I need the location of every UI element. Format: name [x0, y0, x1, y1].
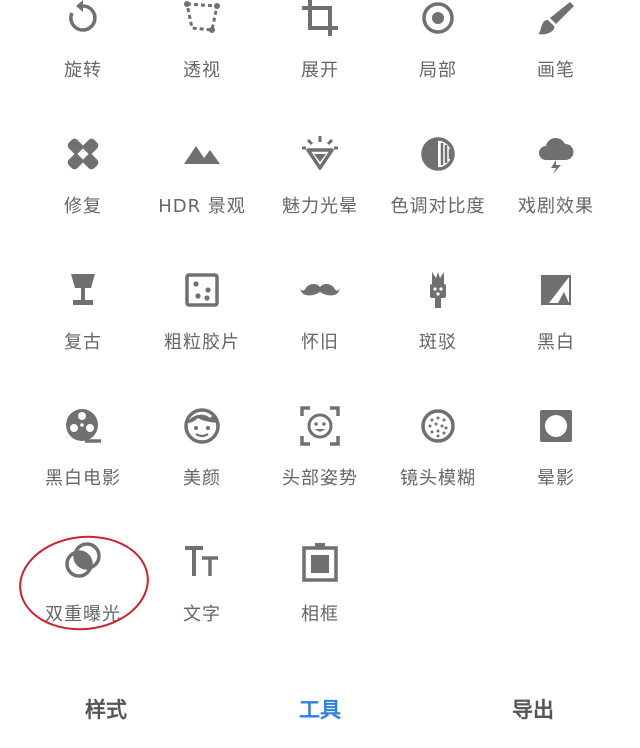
tool-label: 怀旧 [301, 332, 339, 353]
tool-vignette[interactable]: 晕影 [497, 406, 615, 506]
tool-label: 色调对比度 [390, 196, 486, 217]
noir-film-reel-icon [63, 406, 103, 446]
tool-label: 头部姿势 [282, 468, 358, 489]
tool-brush[interactable]: 画笔 [497, 0, 615, 98]
head-pose-icon [300, 406, 340, 446]
tab-styles[interactable]: 样式 [85, 694, 127, 724]
glamour-glow-icon [300, 134, 340, 174]
tool-vintage[interactable]: 复古 [24, 270, 142, 370]
tool-grainy-film[interactable]: 粗粒胶片 [143, 270, 261, 370]
perspective-icon [182, 0, 222, 38]
vintage-lamp-icon [63, 270, 103, 310]
tool-label: 画笔 [537, 60, 575, 81]
tool-head-pose[interactable]: 头部姿势 [261, 406, 379, 506]
tool-tonal-contrast[interactable]: 色调对比度 [379, 134, 497, 234]
tool-label: 复古 [64, 332, 102, 353]
healing-icon [63, 134, 103, 174]
tool-label: 相框 [301, 604, 339, 625]
grunge-guitar-icon [418, 270, 458, 310]
tool-hdr[interactable]: HDR 景观 [143, 134, 261, 234]
tool-portrait[interactable]: 美颜 [143, 406, 261, 506]
selective-icon [418, 0, 458, 38]
tab-export[interactable]: 导出 [512, 694, 554, 724]
tonal-contrast-icon [418, 134, 458, 174]
tool-selective[interactable]: 局部 [379, 0, 497, 98]
tool-label: 文字 [183, 604, 221, 625]
tool-label: 粗粒胶片 [164, 332, 240, 353]
tools-grid: 旋转 透视 展开 局部 画笔 修复 HDR 景观 魅力光晕 色调对比度 戏剧效果… [0, 0, 640, 670]
face-portrait-icon [182, 406, 222, 446]
grainy-film-icon [182, 270, 222, 310]
expand-crop-icon [300, 0, 340, 38]
tool-label: 黑白 [537, 332, 575, 353]
tool-expand[interactable]: 展开 [261, 0, 379, 98]
tool-grunge[interactable]: 斑驳 [379, 270, 497, 370]
text-icon [182, 542, 222, 582]
tab-tools[interactable]: 工具 [299, 694, 341, 724]
tool-label: 黑白电影 [45, 468, 121, 489]
hdr-mountain-icon [182, 134, 222, 174]
black-white-icon [536, 270, 576, 310]
tool-label: 斑驳 [419, 332, 457, 353]
tool-label: HDR 景观 [158, 196, 246, 217]
tool-drama[interactable]: 戏剧效果 [497, 134, 615, 234]
tool-label: 晕影 [537, 468, 575, 489]
tool-label: 旋转 [64, 60, 102, 81]
tool-noir[interactable]: 黑白电影 [24, 406, 142, 506]
tool-retrolux[interactable]: 怀旧 [261, 270, 379, 370]
tool-label: 魅力光晕 [282, 196, 358, 217]
rotate-icon [63, 0, 103, 38]
tool-label: 美颜 [183, 468, 221, 489]
tool-perspective[interactable]: 透视 [143, 0, 261, 98]
bottom-tab-bar: 样式 工具 导出 [0, 672, 640, 748]
tool-label: 透视 [183, 60, 221, 81]
tool-label: 展开 [301, 60, 339, 81]
lens-blur-icon [418, 406, 458, 446]
retrolux-mustache-icon [300, 270, 340, 310]
tool-label: 修复 [64, 196, 102, 217]
tool-frames[interactable]: 相框 [261, 542, 379, 642]
tool-lens-blur[interactable]: 镜头模糊 [379, 406, 497, 506]
tool-text[interactable]: 文字 [143, 542, 261, 642]
tool-label: 镜头模糊 [400, 468, 476, 489]
tool-black-white[interactable]: 黑白 [497, 270, 615, 370]
frames-icon [300, 542, 340, 582]
vignette-icon [536, 406, 576, 446]
tool-label: 局部 [419, 60, 457, 81]
brush-icon [536, 0, 576, 38]
tool-healing[interactable]: 修复 [24, 134, 142, 234]
tool-rotate[interactable]: 旋转 [24, 0, 142, 98]
drama-cloud-icon [536, 134, 576, 174]
tool-label: 戏剧效果 [518, 196, 594, 217]
tool-glamour-glow[interactable]: 魅力光晕 [261, 134, 379, 234]
